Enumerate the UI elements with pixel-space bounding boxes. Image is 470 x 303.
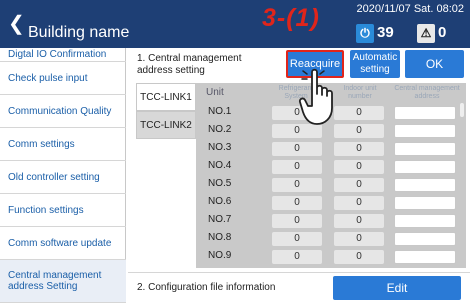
alarm-count: 0 (438, 24, 447, 41)
row-unit: NO.3 (208, 142, 232, 153)
power-icon: ⏻ (356, 24, 374, 43)
central-address-input[interactable] (394, 124, 456, 138)
central-address-input[interactable] (394, 196, 456, 210)
table-row: NO.4 0 0 (196, 157, 466, 175)
table-row: NO.6 0 0 (196, 193, 466, 211)
row-unit: NO.9 (208, 250, 232, 261)
row-refrigerant-value: 0 (272, 160, 322, 174)
row-refrigerant-value: 0 (272, 232, 322, 246)
sidebar-item-digital-io[interactable]: Digtal IO Confirmation (0, 48, 126, 62)
sidebar-item-central-management[interactable]: Central management address Setting (0, 260, 126, 303)
column-header-unit: Unit (206, 87, 224, 98)
row-unit: NO.5 (208, 178, 232, 189)
power-count: 39 (377, 24, 394, 41)
automatic-setting-button[interactable]: Automatic setting (350, 50, 400, 78)
sidebar-item-function-settings[interactable]: Function settings (0, 194, 126, 227)
tab-tcc-link2[interactable]: TCC-LINK2 (136, 111, 196, 139)
table-row: NO.8 0 0 (196, 229, 466, 247)
warning-icon: ⚠ (417, 24, 435, 43)
row-refrigerant-value: 0 (272, 124, 322, 138)
central-address-input[interactable] (394, 106, 456, 120)
row-refrigerant-value: 0 (272, 214, 322, 228)
row-unit: NO.8 (208, 232, 232, 243)
row-indoor-unit-value: 0 (334, 214, 384, 228)
row-indoor-unit-value: 0 (334, 124, 384, 138)
row-indoor-unit-value: 0 (334, 142, 384, 156)
row-unit: NO.2 (208, 124, 232, 135)
row-refrigerant-value: 0 (272, 196, 322, 210)
sidebar-item-comm-settings[interactable]: Comm settings (0, 128, 126, 161)
central-address-input[interactable] (394, 214, 456, 228)
sidebar-item-old-controller[interactable]: Old controller setting (0, 161, 126, 194)
row-refrigerant-value: 0 (272, 142, 322, 156)
section-divider (128, 272, 470, 273)
back-chevron-left-icon[interactable]: ❮ (8, 14, 25, 34)
app-header: ❮ Building name 2020/11/07 Sat. 08:02 3-… (0, 0, 470, 48)
central-address-input[interactable] (394, 250, 456, 264)
column-header-central-address: Central management address (394, 85, 460, 100)
table-row: NO.3 0 0 (196, 139, 466, 157)
tab-tcc-link1[interactable]: TCC-LINK1 (136, 83, 196, 111)
row-refrigerant-value: 0 (272, 178, 322, 192)
sidebar-item-check-pulse[interactable]: Check pulse input (0, 62, 126, 95)
row-indoor-unit-value: 0 (334, 196, 384, 210)
central-address-input[interactable] (394, 232, 456, 246)
table-row: NO.9 0 0 (196, 247, 466, 265)
ok-button[interactable]: OK (405, 50, 464, 78)
table-row: NO.5 0 0 (196, 175, 466, 193)
table-row: NO.7 0 0 (196, 211, 466, 229)
row-unit: NO.4 (208, 160, 232, 171)
central-address-input[interactable] (394, 178, 456, 192)
row-indoor-unit-value: 0 (334, 106, 384, 120)
section-configuration-file-label: 2. Configuration file information (137, 282, 276, 293)
row-refrigerant-value: 0 (272, 250, 322, 264)
sidebar-item-comm-software-update[interactable]: Comm software update (0, 227, 126, 260)
sidebar: Digtal IO Confirmation Check pulse input… (0, 48, 126, 303)
row-unit: NO.1 (208, 106, 232, 117)
row-unit: NO.7 (208, 214, 232, 225)
row-indoor-unit-value: 0 (334, 250, 384, 264)
row-indoor-unit-value: 0 (334, 232, 384, 246)
datetime-display: 2020/11/07 Sat. 08:02 (356, 3, 464, 15)
row-indoor-unit-value: 0 (334, 178, 384, 192)
central-address-input[interactable] (394, 142, 456, 156)
edit-button[interactable]: Edit (333, 276, 461, 300)
row-unit: NO.6 (208, 196, 232, 207)
step-callout-label: 3-(1) (262, 4, 320, 32)
sidebar-item-communication-quality[interactable]: Communication Quality (0, 95, 126, 128)
column-header-indoor-unit: Indoor unit number (343, 85, 377, 100)
row-indoor-unit-value: 0 (334, 160, 384, 174)
section-central-management-label: 1. Central management address setting (137, 53, 242, 76)
building-name-title: Building name (28, 24, 130, 41)
pointing-hand-icon (298, 68, 333, 125)
central-address-input[interactable] (394, 160, 456, 174)
